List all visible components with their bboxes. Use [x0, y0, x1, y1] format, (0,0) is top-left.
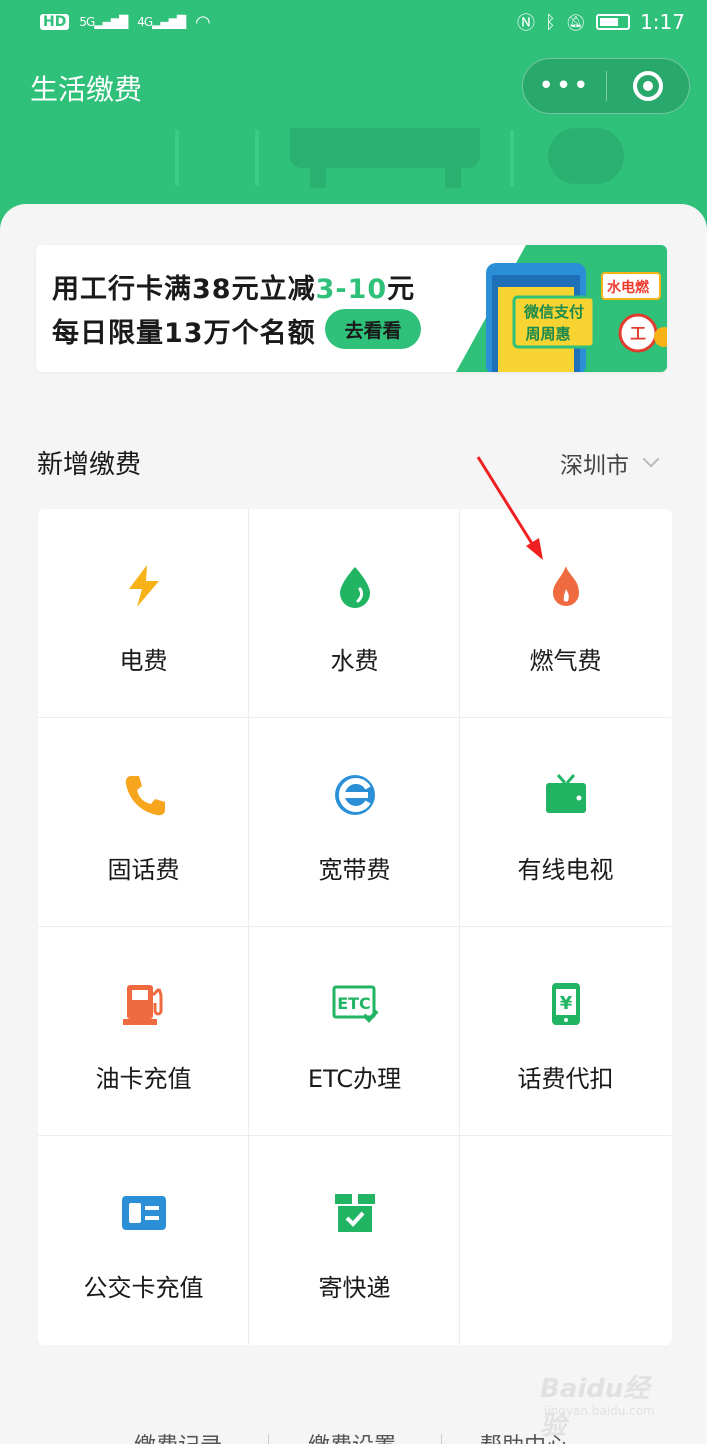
service-landline[interactable]: 固话费 — [38, 718, 249, 927]
service-broadband[interactable]: 宽带费 — [249, 718, 460, 927]
signal-4g-icon: 4G▂▄▆█ — [137, 15, 186, 29]
service-label: 固话费 — [107, 856, 180, 884]
title-bar: 生活缴费 ••• — [0, 54, 707, 120]
mobile-yuan-icon: ¥ — [552, 983, 580, 1025]
service-gas[interactable]: 燃气费 — [460, 509, 671, 718]
watermark-sub: jingyan.baidu.com — [544, 1404, 655, 1418]
empty-cell — [460, 1136, 671, 1345]
service-electricity[interactable]: 电费 — [38, 509, 249, 718]
battery-icon — [596, 14, 631, 30]
service-label: 油卡充值 — [95, 1065, 192, 1093]
city-label: 深圳市 — [560, 453, 629, 479]
service-label: 寄快递 — [318, 1274, 391, 1302]
chevron-down-icon — [642, 450, 660, 468]
svg-text:工: 工 — [630, 324, 646, 343]
service-mobile-autopay[interactable]: ¥ 话费代扣 — [460, 927, 671, 1136]
page-title: 生活缴费 — [30, 73, 143, 106]
art-tag: 水电燃 — [607, 279, 650, 296]
footer-link-records[interactable]: 缴费记录 — [134, 1428, 222, 1444]
service-label: 有线电视 — [517, 856, 614, 884]
promo-line-1: 用工行卡满38元立减3-10元 — [52, 274, 416, 305]
footer-links: 缴费记录 缴费设置 帮助中心 — [0, 1428, 707, 1444]
city-selector[interactable]: 深圳市 — [560, 446, 660, 480]
service-etc[interactable]: ETC ETC办理 — [249, 927, 460, 1136]
service-label: 电费 — [119, 647, 168, 675]
lightning-icon — [129, 565, 159, 607]
service-bus-card[interactable]: 公交卡充值 — [38, 1136, 249, 1345]
more-dots-icon[interactable]: ••• — [523, 58, 606, 114]
water-drop-icon — [340, 567, 370, 608]
mini-program-capsule: ••• — [522, 58, 690, 114]
etc-icon: ETC — [332, 985, 379, 1023]
target-ring-icon[interactable] — [607, 58, 689, 114]
promo-line-2: 每日限量13万个名额 — [52, 318, 316, 349]
footer-link-settings[interactable]: 缴费设置 — [308, 1428, 396, 1444]
wifi-icon: ◠ — [195, 11, 211, 33]
hd-indicator: HD — [40, 14, 70, 30]
service-label: 燃气费 — [529, 647, 602, 675]
service-label: 水费 — [330, 647, 379, 675]
parcel-box-icon — [335, 1194, 375, 1232]
flame-icon — [553, 566, 579, 606]
baidu-watermark: Baidu经验 jingyan.baidu.com — [540, 1368, 670, 1441]
fuel-pump-icon — [123, 985, 163, 1025]
section-title: 新增缴费 — [37, 450, 142, 480]
service-label: ETC办理 — [307, 1065, 402, 1093]
service-label: 公交卡充值 — [83, 1274, 204, 1302]
service-fuel-card[interactable]: 油卡充值 — [38, 927, 249, 1136]
service-cable-tv[interactable]: 有线电视 — [460, 718, 671, 927]
signal-5g-icon: 5G▂▄▆█ — [79, 15, 128, 29]
service-label: 宽带费 — [318, 856, 391, 884]
footer-link-help[interactable]: 帮助中心 — [480, 1428, 568, 1444]
phone-icon — [125, 776, 165, 816]
status-bar: HD 5G▂▄▆█ 4G▂▄▆█ ◠ Ⓝ ᛒ 🔕︎ 1:17 — [0, 0, 707, 44]
nfc-icon: Ⓝ — [516, 13, 535, 34]
tv-icon — [546, 774, 586, 813]
svg-text:ETC: ETC — [337, 994, 371, 1013]
bus-card-icon — [122, 1196, 166, 1230]
service-water[interactable]: 水费 — [249, 509, 460, 718]
promo-banner[interactable]: 用工行卡满38元立减3-10元 每日限量13万个名额 去看看 微信支付 周周惠 … — [36, 245, 667, 372]
promo-go-button[interactable]: 去看看 — [325, 309, 421, 349]
service-grid: 电费 水费 燃气费 固话费 宽带费 有线电视 油卡充值 ETC ETC办理 ¥ … — [38, 509, 672, 1345]
svg-text:¥: ¥ — [560, 993, 573, 1014]
art-title-2: 周周惠 — [525, 325, 570, 343]
promo-illustration: 微信支付 周周惠 水电燃 工 — [456, 245, 667, 372]
browser-e-icon — [335, 775, 375, 815]
mute-icon: 🔕︎ — [565, 12, 587, 32]
bluetooth-icon: ᛒ — [544, 11, 556, 33]
art-title-1: 微信支付 — [523, 303, 584, 321]
clock: 1:17 — [640, 10, 685, 34]
service-label: 话费代扣 — [517, 1065, 614, 1093]
service-express[interactable]: 寄快递 — [249, 1136, 460, 1345]
